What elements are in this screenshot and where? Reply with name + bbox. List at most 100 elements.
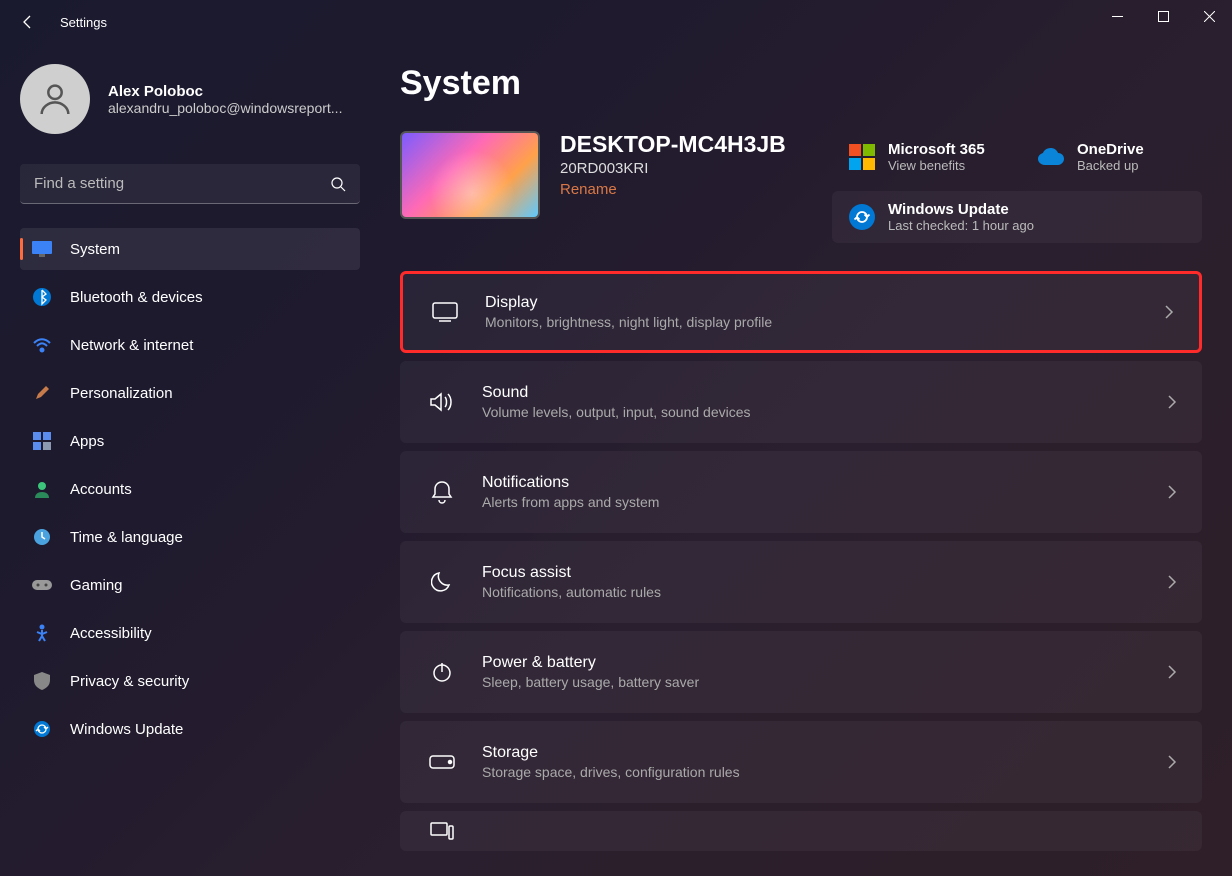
bluetooth-icon — [32, 287, 52, 307]
device-name: DESKTOP-MC4H3JB — [560, 131, 822, 158]
settings-title: Sound — [482, 384, 1166, 402]
nav-item-gaming[interactable]: Gaming — [20, 564, 360, 606]
onedrive-icon — [1037, 143, 1065, 171]
bell-icon — [424, 480, 460, 504]
nav-label: Accounts — [70, 481, 132, 498]
profile-name: Alex Poloboc — [108, 83, 342, 100]
arrow-left-icon — [20, 14, 36, 30]
chevron-right-icon — [1166, 575, 1178, 589]
settings-list: Display Monitors, brightness, night ligh… — [400, 271, 1202, 851]
profile-email: alexandru_poloboc@windowsreport... — [108, 100, 342, 116]
settings-item-power[interactable]: Power & battery Sleep, battery usage, ba… — [400, 631, 1202, 713]
nav-item-privacy[interactable]: Privacy & security — [20, 660, 360, 702]
settings-sub: Volume levels, output, input, sound devi… — [482, 404, 1166, 420]
update-icon — [848, 203, 876, 231]
person-icon — [35, 79, 75, 119]
card-title: Windows Update — [888, 201, 1034, 218]
settings-title: Power & battery — [482, 654, 1166, 672]
avatar — [20, 64, 90, 134]
nav-item-bluetooth[interactable]: Bluetooth & devices — [20, 276, 360, 318]
sidebar: Alex Poloboc alexandru_poloboc@windowsre… — [0, 64, 380, 876]
nav-label: Windows Update — [70, 721, 183, 738]
shield-icon — [32, 671, 52, 691]
settings-item-sound[interactable]: Sound Volume levels, output, input, soun… — [400, 361, 1202, 443]
card-onedrive[interactable]: OneDrive Backed up — [1021, 131, 1202, 183]
nav-label: Gaming — [70, 577, 123, 594]
nav-label: Network & internet — [70, 337, 193, 354]
nav-label: System — [70, 241, 120, 258]
accessibility-icon — [32, 623, 52, 643]
search-box[interactable] — [20, 164, 360, 204]
card-sub: View benefits — [888, 158, 985, 173]
close-button[interactable] — [1186, 0, 1232, 32]
nav-item-accounts[interactable]: Accounts — [20, 468, 360, 510]
nav-label: Accessibility — [70, 625, 152, 642]
storage-icon — [424, 755, 460, 769]
nav-item-time-language[interactable]: Time & language — [20, 516, 360, 558]
settings-title: Display — [485, 294, 1163, 312]
card-title: OneDrive — [1077, 141, 1144, 158]
device-icon — [424, 822, 460, 840]
nav-label: Time & language — [70, 529, 183, 546]
chevron-right-icon — [1166, 755, 1178, 769]
search-icon — [330, 176, 346, 192]
maximize-icon — [1158, 11, 1169, 22]
window-title: Settings — [60, 15, 107, 30]
settings-item-storage[interactable]: Storage Storage space, drives, configura… — [400, 721, 1202, 803]
settings-item-notifications[interactable]: Notifications Alerts from apps and syste… — [400, 451, 1202, 533]
card-windows-update[interactable]: Windows Update Last checked: 1 hour ago — [832, 191, 1202, 243]
content-area: System DESKTOP-MC4H3JB 20RD003KRI Rename — [380, 64, 1232, 876]
nav-label: Privacy & security — [70, 673, 189, 690]
settings-title: Storage — [482, 744, 1166, 762]
chevron-right-icon — [1166, 665, 1178, 679]
close-icon — [1204, 11, 1215, 22]
card-sub: Last checked: 1 hour ago — [888, 218, 1034, 233]
settings-sub: Monitors, brightness, night light, displ… — [485, 314, 1163, 330]
maximize-button[interactable] — [1140, 0, 1186, 32]
chevron-right-icon — [1166, 485, 1178, 499]
profile-section[interactable]: Alex Poloboc alexandru_poloboc@windowsre… — [20, 64, 360, 134]
nav-item-system[interactable]: System — [20, 228, 360, 270]
settings-sub: Sleep, battery usage, battery saver — [482, 674, 1166, 690]
nav-item-network[interactable]: Network & internet — [20, 324, 360, 366]
brush-icon — [32, 383, 52, 403]
device-thumbnail — [400, 131, 540, 219]
nav-list: System Bluetooth & devices Network & int… — [20, 228, 360, 750]
settings-sub: Alerts from apps and system — [482, 494, 1166, 510]
back-button[interactable] — [8, 2, 48, 42]
nav-label: Personalization — [70, 385, 173, 402]
device-model: 20RD003KRI — [560, 160, 822, 177]
monitor-icon — [32, 239, 52, 259]
window-controls — [1094, 0, 1232, 32]
power-icon — [424, 661, 460, 683]
settings-item-focus-assist[interactable]: Focus assist Notifications, automatic ru… — [400, 541, 1202, 623]
settings-sub: Notifications, automatic rules — [482, 584, 1166, 600]
person-icon — [32, 479, 52, 499]
minimize-button[interactable] — [1094, 0, 1140, 32]
sound-icon — [424, 391, 460, 413]
nav-item-apps[interactable]: Apps — [20, 420, 360, 462]
nav-label: Bluetooth & devices — [70, 289, 203, 306]
nav-item-windows-update[interactable]: Windows Update — [20, 708, 360, 750]
wifi-icon — [32, 335, 52, 355]
card-sub: Backed up — [1077, 158, 1144, 173]
nav-label: Apps — [70, 433, 104, 450]
settings-item-display[interactable]: Display Monitors, brightness, night ligh… — [400, 271, 1202, 353]
update-icon — [32, 719, 52, 739]
nav-item-accessibility[interactable]: Accessibility — [20, 612, 360, 654]
rename-link[interactable]: Rename — [560, 181, 617, 198]
search-input[interactable] — [34, 175, 330, 192]
gamepad-icon — [32, 575, 52, 595]
nav-item-personalization[interactable]: Personalization — [20, 372, 360, 414]
clock-icon — [32, 527, 52, 547]
settings-title: Notifications — [482, 474, 1166, 492]
titlebar: Settings — [0, 0, 1232, 44]
card-microsoft-365[interactable]: Microsoft 365 View benefits — [832, 131, 1013, 183]
card-title: Microsoft 365 — [888, 141, 985, 158]
settings-item-partial[interactable] — [400, 811, 1202, 851]
apps-icon — [32, 431, 52, 451]
chevron-right-icon — [1166, 395, 1178, 409]
display-icon — [427, 302, 463, 322]
minimize-icon — [1112, 11, 1123, 22]
page-title: System — [400, 64, 1202, 103]
